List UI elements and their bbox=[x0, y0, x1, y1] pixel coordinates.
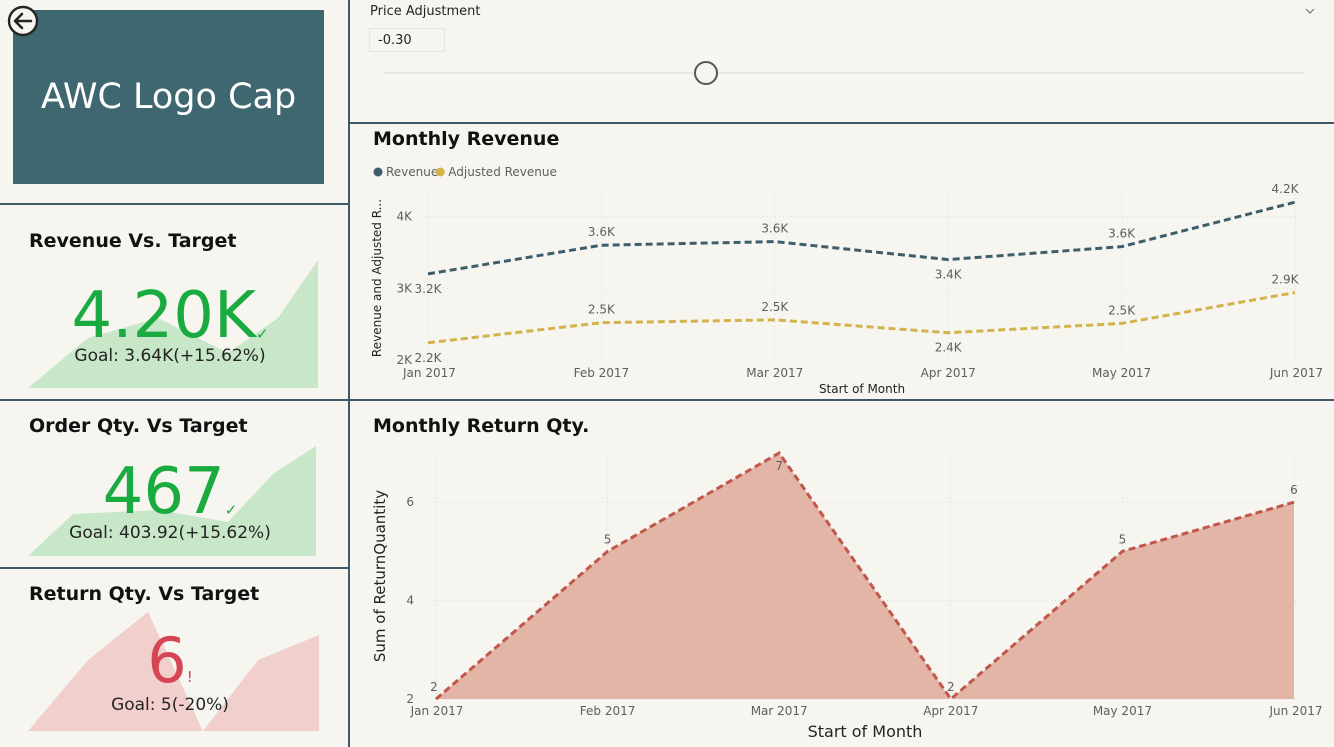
kpi-goal-delta: (-20%) bbox=[171, 695, 229, 715]
x-tick-label: Jan 2017 bbox=[402, 366, 456, 380]
kpi-title: Return Qty. Vs Target bbox=[29, 583, 260, 605]
data-label: 2.2K bbox=[415, 351, 443, 365]
check-icon: ✓ bbox=[255, 325, 269, 343]
x-tick-label: Jan 2017 bbox=[410, 704, 464, 718]
chevron-down-icon[interactable] bbox=[1303, 4, 1317, 18]
y-axis-title: Sum of ReturnQuantity bbox=[371, 490, 389, 662]
kpi-title: Order Qty. Vs Target bbox=[29, 415, 248, 437]
slicer-value-input[interactable]: -0.30 bbox=[369, 28, 445, 52]
kpi-value-text: 6 bbox=[147, 624, 187, 697]
data-label: 2.5K bbox=[761, 300, 789, 314]
kpi-goal-label: Goal: bbox=[111, 695, 156, 715]
slicer-label: Price Adjustment bbox=[370, 4, 481, 19]
kpi-goal-delta: (+15.62%) bbox=[173, 346, 266, 366]
kpi-value: 6! bbox=[40, 626, 300, 696]
kpi-value: 467✓ bbox=[40, 456, 300, 528]
data-label: 6 bbox=[1290, 483, 1298, 497]
x-tick-label: Mar 2017 bbox=[746, 366, 803, 380]
data-label: 3.6K bbox=[1108, 227, 1136, 241]
y-tick-label: 3K bbox=[396, 281, 413, 295]
divider bbox=[349, 399, 1334, 401]
returns-chart-title: Monthly Return Qty. bbox=[373, 415, 590, 437]
kpi-goal-delta: (+15.62%) bbox=[178, 523, 271, 543]
legend-marker bbox=[373, 167, 383, 177]
x-tick-label: Feb 2017 bbox=[580, 704, 636, 718]
slider-track[interactable] bbox=[384, 72, 1304, 74]
data-label: 2.4K bbox=[935, 341, 963, 355]
y-tick-label: 4 bbox=[406, 594, 414, 608]
y-tick-label: 2K bbox=[396, 353, 413, 367]
data-label: 7 bbox=[775, 459, 783, 473]
kpi-value-text: 467 bbox=[102, 455, 225, 529]
divider bbox=[0, 203, 349, 205]
kpi-goal-value: 403.92 bbox=[119, 523, 179, 543]
data-label: 5 bbox=[1119, 532, 1127, 546]
kpi-goal-value: 3.64K bbox=[124, 346, 174, 366]
series-line bbox=[427, 291, 1296, 345]
returns-area-chart[interactable]: 2 4 6 Jan 2017 Feb 2017 Mar 2017 Apr 2017 May 2… bbox=[350, 440, 1334, 746]
data-label: 2.5K bbox=[588, 303, 616, 317]
data-label: 3.2K bbox=[415, 282, 443, 296]
data-label: 3.4K bbox=[935, 268, 963, 282]
revenue-chart-title: Monthly Revenue bbox=[373, 128, 560, 150]
logo-title: AWC Logo Cap bbox=[40, 77, 297, 117]
kpi-value: 4.20K✓ bbox=[40, 280, 300, 352]
kpi-goal-value: 5 bbox=[160, 695, 172, 715]
data-label: 3.6K bbox=[588, 225, 616, 239]
check-icon: ✓ bbox=[224, 501, 238, 519]
kpi-goal-label: Goal: bbox=[74, 346, 119, 366]
legend-label: Adjusted Revenue bbox=[448, 165, 557, 179]
kpi-title: Revenue Vs. Target bbox=[29, 230, 237, 252]
legend-label: Revenue bbox=[386, 165, 438, 179]
series-line bbox=[427, 200, 1296, 276]
x-axis-title: Start of Month bbox=[819, 382, 905, 396]
data-label: 2.9K bbox=[1272, 273, 1300, 287]
data-label: 4.2K bbox=[1272, 182, 1300, 196]
x-tick-label: Jun 2017 bbox=[1268, 704, 1322, 718]
x-tick-label: Jun 2017 bbox=[1269, 366, 1323, 380]
data-label: 3.6K bbox=[761, 222, 789, 236]
back-button[interactable] bbox=[6, 4, 40, 38]
data-label: 5 bbox=[604, 532, 612, 546]
y-tick-label: 4K bbox=[396, 210, 413, 224]
x-tick-label: Apr 2017 bbox=[923, 704, 978, 718]
back-arrow-icon bbox=[7, 5, 39, 37]
slider-thumb[interactable] bbox=[694, 61, 718, 85]
divider bbox=[0, 567, 349, 569]
kpi-goal: Goal: 5(-20%) bbox=[40, 695, 300, 715]
x-tick-label: May 2017 bbox=[1093, 704, 1152, 718]
x-tick-label: May 2017 bbox=[1092, 366, 1151, 380]
data-label: 2 bbox=[947, 680, 955, 694]
logo-tile: AWC Logo Cap bbox=[13, 10, 324, 184]
kpi-goal: Goal: 3.64K(+15.62%) bbox=[40, 346, 300, 366]
revenue-line-chart[interactable]: Revenue Adjusted Revenue 2K 3K 4K Jan 2017 Feb… bbox=[350, 155, 1334, 399]
data-label: 2 bbox=[430, 680, 438, 694]
y-axis-title: Revenue and Adjusted R... bbox=[370, 199, 384, 357]
alert-icon: ! bbox=[186, 668, 193, 686]
divider bbox=[0, 399, 349, 401]
y-tick-label: 6 bbox=[406, 495, 414, 509]
x-tick-label: Apr 2017 bbox=[921, 366, 976, 380]
x-tick-label: Feb 2017 bbox=[574, 366, 630, 380]
divider bbox=[349, 122, 1334, 124]
data-label: 2.5K bbox=[1108, 303, 1136, 317]
x-axis-title: Start of Month bbox=[808, 722, 923, 741]
kpi-goal: Goal: 403.92(+15.62%) bbox=[40, 523, 300, 543]
kpi-value-text: 4.20K bbox=[71, 279, 256, 353]
kpi-goal-label: Goal: bbox=[69, 523, 114, 543]
legend-marker bbox=[435, 167, 445, 177]
x-tick-label: Mar 2017 bbox=[751, 704, 808, 718]
